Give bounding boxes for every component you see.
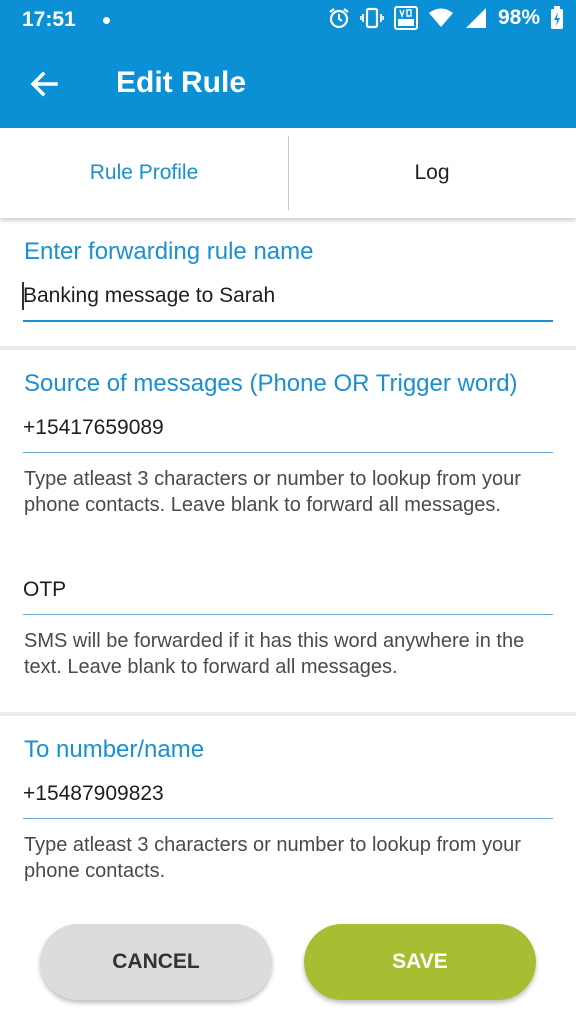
- battery-icon: [550, 6, 564, 30]
- status-icons: 98%: [328, 6, 564, 30]
- page-title: Edit Rule: [116, 66, 247, 99]
- destination-value: +15487909823: [23, 782, 164, 805]
- rule-name-card: Enter forwarding rule name Banking messa…: [0, 218, 576, 346]
- tab-rule-profile[interactable]: Rule Profile: [0, 128, 288, 218]
- trigger-word-input[interactable]: OTP: [23, 574, 553, 615]
- source-phone-hint: Type atleast 3 characters or number to l…: [24, 468, 521, 516]
- destination-input[interactable]: +15487909823: [23, 778, 553, 819]
- tab-bar: Rule Profile Log: [0, 128, 576, 218]
- source-heading: Source of messages (Phone OR Trigger wor…: [24, 370, 518, 397]
- vibrate-icon: [359, 7, 384, 29]
- destination-hint: Type atleast 3 characters or number to l…: [24, 834, 521, 882]
- rule-name-value: Banking message to Sarah: [23, 284, 276, 307]
- status-time: 17:51: [22, 8, 76, 31]
- back-arrow-icon[interactable]: [26, 66, 62, 102]
- source-phone-value: +15417659089: [23, 416, 164, 439]
- save-button[interactable]: SAVE: [304, 924, 536, 1000]
- cancel-button[interactable]: CANCEL: [40, 924, 272, 1000]
- rule-name-heading: Enter forwarding rule name: [24, 238, 314, 265]
- signal-icon: [464, 7, 488, 29]
- trigger-word-hint: SMS will be forwarded if it has this wor…: [24, 630, 525, 678]
- source-phone-input[interactable]: +15417659089: [23, 412, 553, 453]
- rule-name-input[interactable]: Banking message to Sarah: [22, 280, 553, 322]
- destination-heading: To number/name: [24, 736, 205, 763]
- source-card: Source of messages (Phone OR Trigger wor…: [0, 350, 576, 712]
- trigger-word-value: OTP: [23, 578, 67, 601]
- volte-icon: [393, 6, 418, 30]
- status-bar: 17:51 98%: [0, 0, 576, 40]
- notification-dot: [103, 17, 110, 24]
- wifi-icon: [428, 7, 454, 29]
- alarm-icon: [328, 7, 350, 29]
- tab-log[interactable]: Log: [288, 128, 576, 218]
- battery-percent: 98%: [497, 6, 540, 29]
- app-bar: 17:51 98% Edit Rule: [0, 0, 576, 128]
